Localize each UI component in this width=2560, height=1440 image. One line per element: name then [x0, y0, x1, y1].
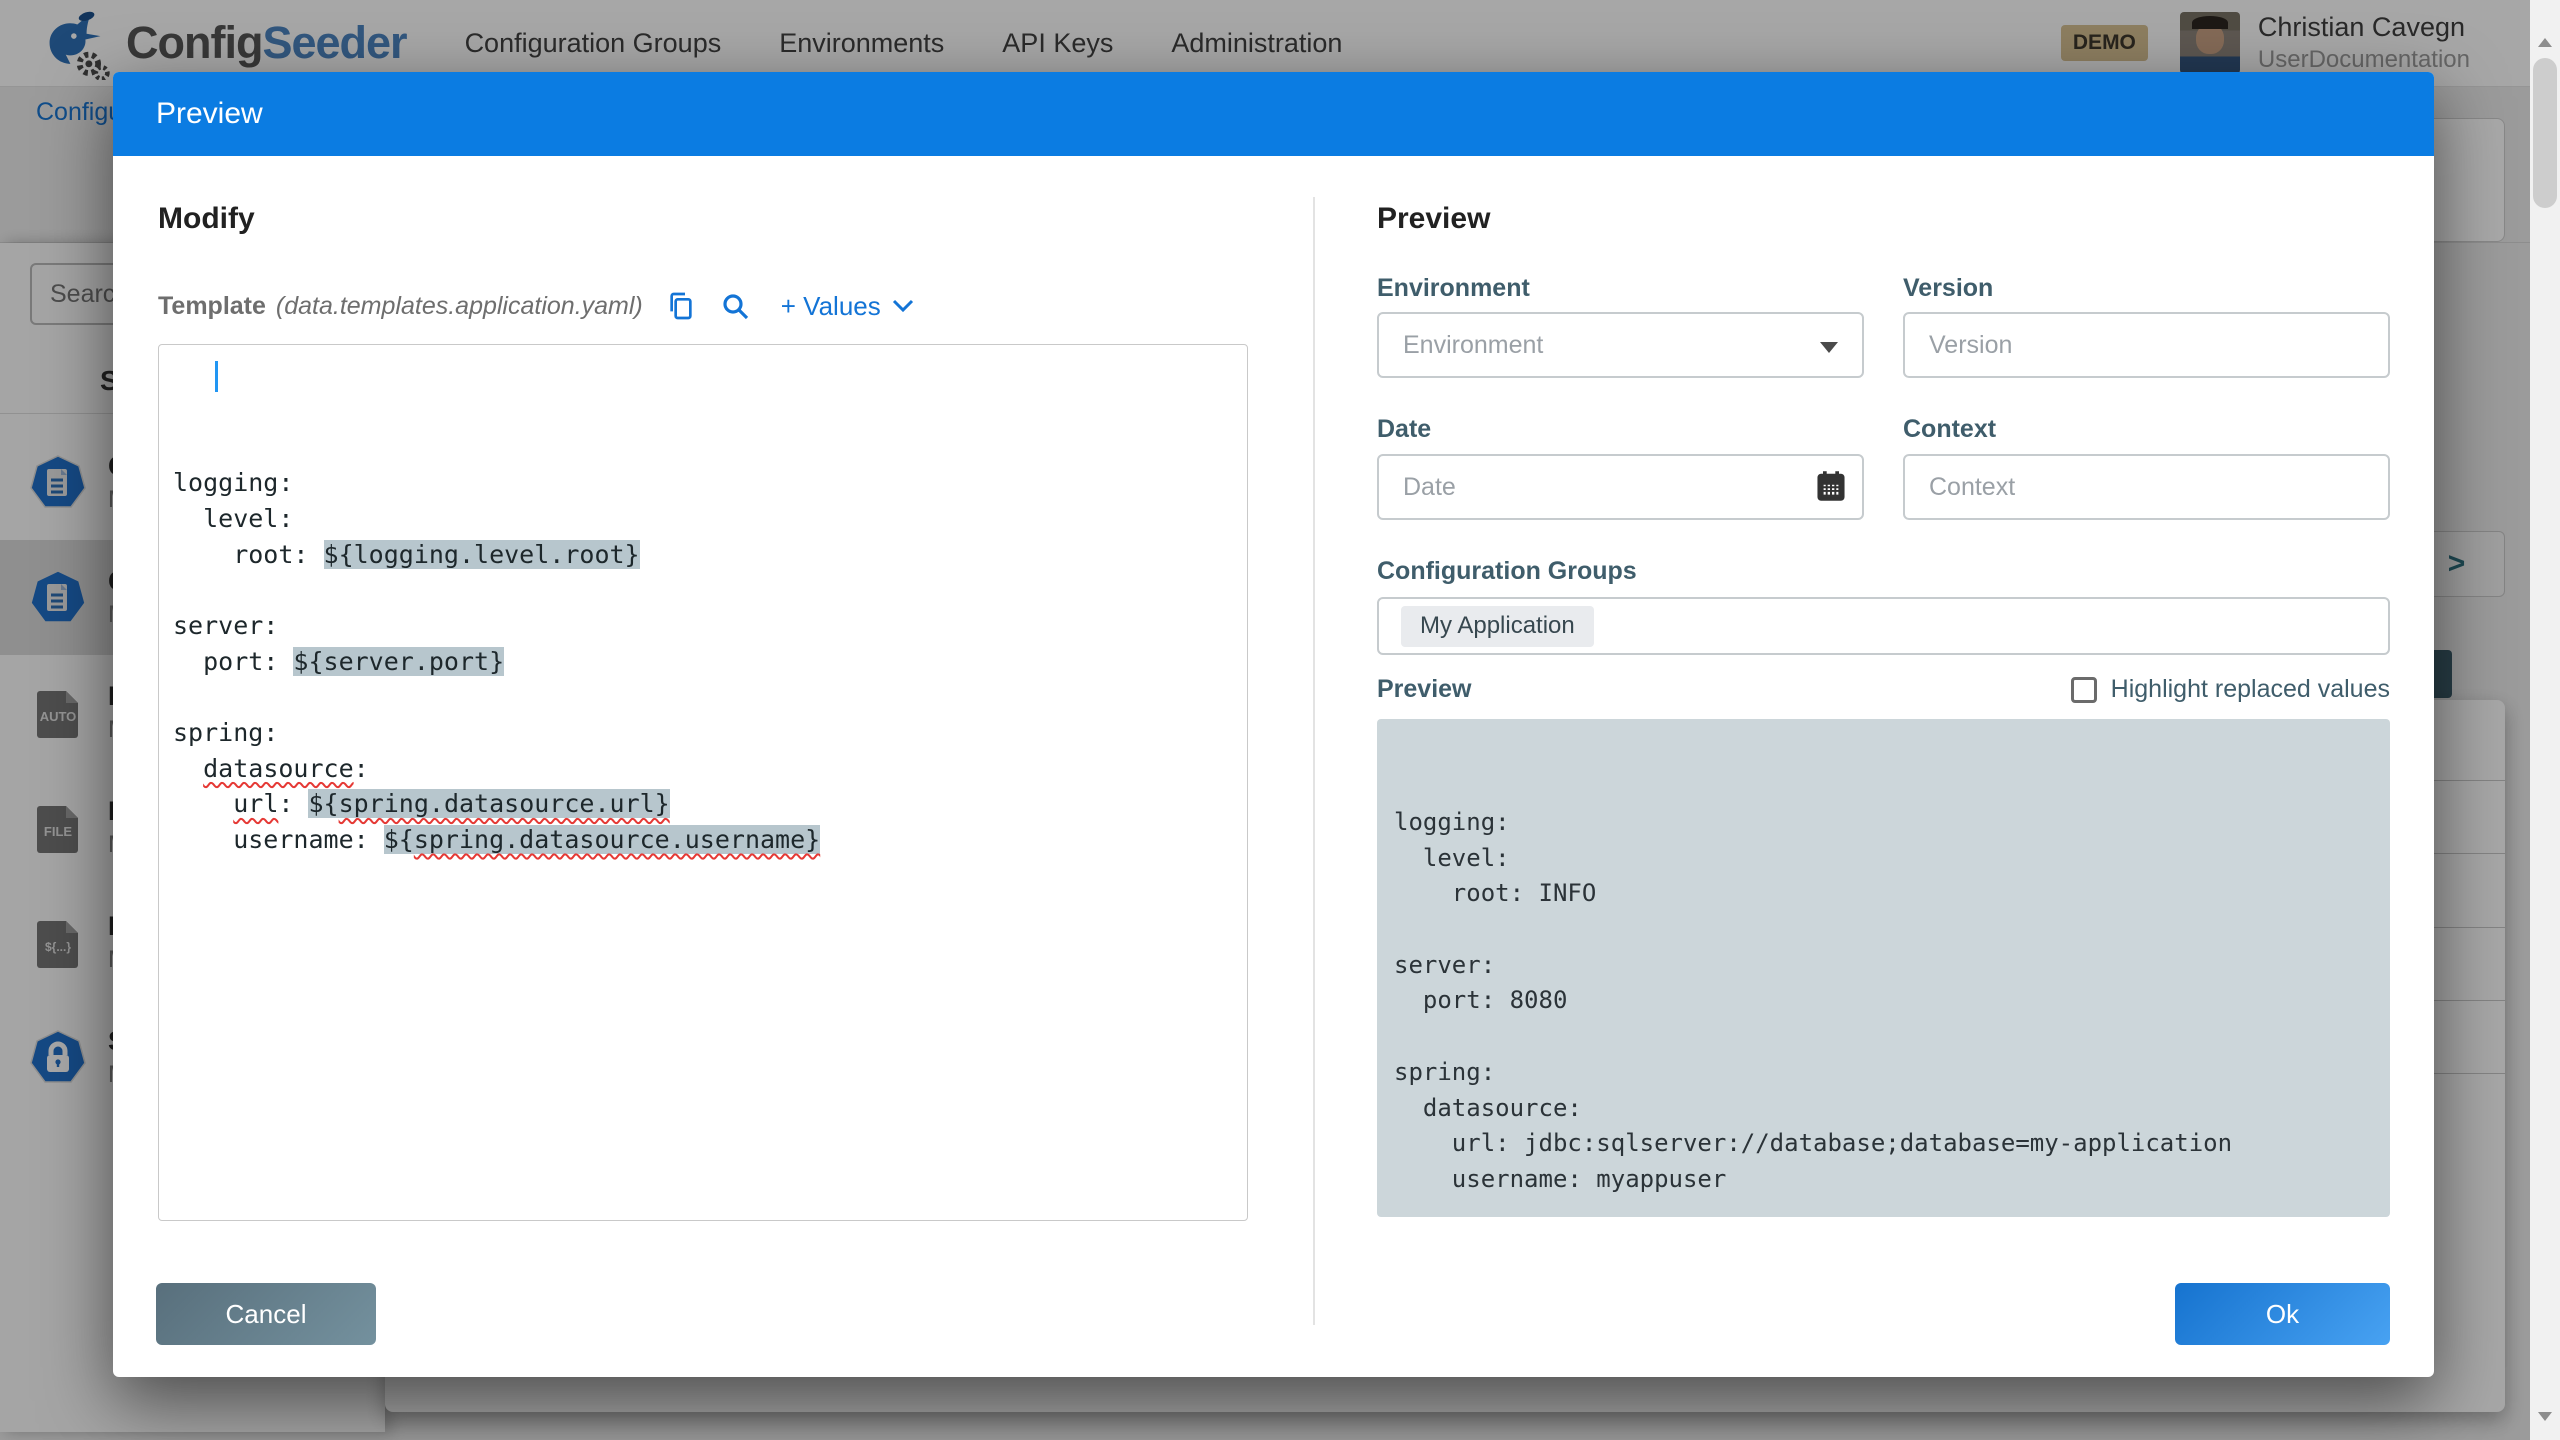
template-filename: (data.templates.application.yaml) [276, 292, 643, 321]
modal-header: Preview [113, 72, 2434, 156]
template-row: Template (data.templates.application.yam… [158, 284, 915, 328]
editor-line: port: ${server.port} [173, 644, 1233, 680]
editor-line [173, 679, 1233, 715]
editor-line: spring: [173, 715, 1233, 751]
environment-select[interactable]: Environment [1377, 312, 1864, 378]
environment-select-placeholder: Environment [1403, 331, 1543, 360]
chevron-down-icon [891, 298, 915, 314]
configuration-group-chip[interactable]: My Application [1401, 606, 1594, 647]
highlight-checkbox[interactable] [2071, 677, 2097, 703]
copy-icon[interactable] [665, 290, 697, 322]
preview-line: username: myappuser [1394, 1162, 2373, 1198]
editor-line: username: ${spring.datasource.username} [173, 822, 1233, 858]
column-divider [1313, 197, 1315, 1325]
editor-line: server: [173, 608, 1233, 644]
template-label: Template [158, 292, 266, 321]
editor-line: datasource: [173, 751, 1233, 787]
cancel-button[interactable]: Cancel [156, 1283, 376, 1345]
scrollbar-up-arrow[interactable] [2538, 38, 2552, 47]
editor-line: root: ${logging.level.root} [173, 537, 1233, 573]
modal-title: Preview [156, 97, 263, 131]
configuration-groups-label: Configuration Groups [1377, 557, 1637, 586]
preview-line: logging: [1394, 805, 2373, 841]
preview-line: url: jdbc:sqlserver://database;database=… [1394, 1126, 2373, 1162]
preview-line [1394, 912, 2373, 948]
version-input[interactable] [1903, 312, 2390, 378]
search-icon[interactable] [719, 290, 751, 322]
modify-heading: Modify [158, 202, 255, 236]
page-scrollbar[interactable] [2530, 0, 2560, 1440]
scrollbar-down-arrow[interactable] [2538, 1412, 2552, 1421]
context-input[interactable] [1903, 454, 2390, 520]
preview-line: root: INFO [1394, 876, 2373, 912]
text-cursor [215, 361, 218, 392]
environment-label: Environment [1377, 274, 1530, 303]
editor-line: url: ${spring.datasource.url} [173, 786, 1233, 822]
template-editor[interactable]: logging: level: root: ${logging.level.ro… [158, 344, 1248, 1221]
ok-button[interactable]: Ok [2175, 1283, 2390, 1345]
preview-line: server: [1394, 948, 2373, 984]
preview-line [1394, 1019, 2373, 1055]
configuration-groups-container: My Application [1377, 597, 2390, 655]
date-input[interactable] [1377, 454, 1864, 520]
preview-line: level: [1394, 841, 2373, 877]
editor-line [173, 572, 1233, 608]
values-toggle[interactable]: + Values [781, 291, 915, 322]
preview-line: datasource: [1394, 1091, 2373, 1127]
select-caret-icon [1820, 342, 1838, 353]
highlight-checkbox-label: Highlight replaced values [2111, 675, 2390, 704]
highlight-checkbox-wrap: Highlight replaced values [2071, 675, 2390, 704]
preview-row: Preview Highlight replaced values [1377, 675, 2390, 704]
date-label: Date [1377, 415, 1431, 444]
version-label: Version [1903, 274, 1993, 303]
preview-modal: Preview Modify Preview Template (data.te… [113, 72, 2434, 1377]
calendar-icon[interactable] [1816, 470, 1846, 507]
preview-heading: Preview [1377, 202, 1490, 236]
preview-line: port: 8080 [1394, 983, 2373, 1019]
context-label: Context [1903, 415, 1996, 444]
editor-line: level: [173, 501, 1233, 537]
editor-line: logging: [173, 465, 1233, 501]
preview-output: logging: level: root: INFO server: port:… [1377, 719, 2390, 1217]
values-toggle-label: + Values [781, 291, 881, 322]
preview-output-label: Preview [1377, 675, 1472, 704]
preview-line: spring: [1394, 1055, 2373, 1091]
scrollbar-thumb[interactable] [2533, 58, 2557, 208]
